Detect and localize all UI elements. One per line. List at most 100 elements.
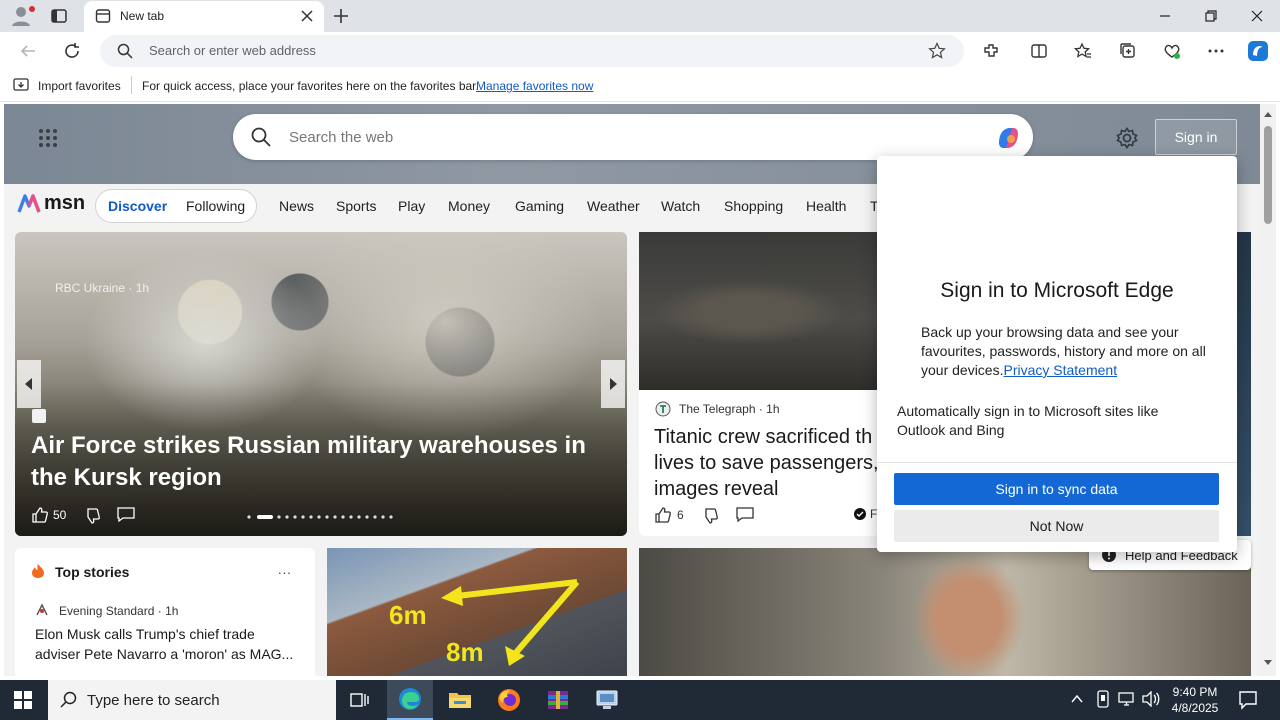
apps-grid-icon[interactable] — [38, 128, 58, 148]
hero-like-count: 50 — [53, 508, 67, 522]
taskbar-search-icon — [60, 691, 78, 709]
extensions-icon[interactable] — [976, 36, 1006, 66]
clock-date: 4/8/2025 — [1171, 701, 1219, 715]
taskbar-file-explorer-icon[interactable] — [437, 680, 483, 720]
copilot-icon[interactable] — [1243, 36, 1273, 66]
taskbar-search-placeholder: Type here to search — [87, 692, 220, 709]
popup-body: Back up your browsing data and see your … — [921, 323, 1217, 380]
close-tab-icon[interactable] — [300, 9, 314, 23]
telegraph-source: The Telegraph · 1h — [679, 402, 780, 416]
tray-device-icon[interactable] — [1095, 690, 1111, 708]
scroll-up-icon[interactable] — [1263, 110, 1273, 118]
tray-volume-icon[interactable] — [1142, 691, 1160, 707]
top-story-headline[interactable]: Elon Musk calls Trump's chief trade advi… — [35, 624, 303, 664]
favorites-hint: For quick access, place your favorites h… — [142, 79, 479, 93]
telegraph-title[interactable]: Titanic crew sacrificed th lives to save… — [654, 424, 879, 502]
collections-icon[interactable] — [1113, 36, 1143, 66]
back-icon[interactable] — [13, 36, 43, 66]
msn-logo-icon[interactable] — [16, 192, 42, 218]
tab-actions-icon[interactable] — [50, 7, 68, 25]
top-story-time: 1h — [165, 604, 179, 618]
taskbar-winrar-icon[interactable] — [535, 680, 581, 720]
nav-watch[interactable]: Watch — [661, 198, 700, 214]
manage-favorites-link[interactable]: Manage favorites now — [476, 79, 593, 93]
hero-source: RBC Ukraine · 1h — [55, 281, 150, 295]
settings-more-icon[interactable] — [1201, 36, 1231, 66]
favorites-icon[interactable] — [1068, 36, 1098, 66]
nav-play[interactable]: Play — [398, 198, 425, 214]
dislike-icon[interactable] — [83, 507, 101, 525]
clock-time: 9:40 PM — [1172, 685, 1218, 699]
telegraph-dislike-icon[interactable] — [701, 507, 719, 525]
close-window-icon[interactable] — [1234, 0, 1280, 32]
nav-news[interactable]: News — [279, 198, 314, 214]
not-now-button[interactable]: Not Now — [894, 510, 1219, 542]
privacy-statement-link[interactable]: Privacy Statement — [1003, 362, 1117, 378]
telegraph-like-icon[interactable] — [654, 506, 672, 524]
telegraph-like-count: 6 — [677, 508, 684, 522]
import-favorites-icon — [13, 77, 31, 93]
sign-in-sync-button[interactable]: Sign in to sync data — [894, 473, 1219, 505]
flame-icon — [31, 563, 45, 579]
new-tab-icon[interactable] — [332, 7, 350, 25]
favorite-star-icon[interactable] — [928, 42, 946, 60]
minimize-icon[interactable] — [1142, 0, 1188, 32]
top-story-source-name: Evening Standard — [59, 604, 155, 618]
nav-health[interactable]: Health — [806, 198, 846, 214]
taskbar-edge-icon[interactable] — [387, 680, 433, 720]
telegraph-comment-icon[interactable] — [736, 507, 754, 523]
restore-icon[interactable] — [1188, 0, 1234, 32]
hero-source-name: RBC Ukraine — [55, 281, 126, 295]
nav-sports[interactable]: Sports — [336, 198, 376, 214]
tray-network-icon[interactable] — [1118, 691, 1136, 707]
scroll-thumb[interactable] — [1264, 126, 1272, 224]
msn-sign-in-button[interactable]: Sign in — [1155, 119, 1237, 155]
top-stories-heading: Top stories — [55, 564, 130, 580]
split-screen-icon[interactable] — [1024, 36, 1054, 66]
hero-prev-button[interactable] — [17, 360, 41, 408]
popup-auto-signin: Automatically sign in to Microsoft sites… — [897, 403, 1159, 438]
popup-divider — [877, 462, 1237, 463]
refresh-icon[interactable] — [57, 36, 87, 66]
browser-essentials-icon[interactable] — [1157, 36, 1187, 66]
telegraph-source-name: The Telegraph — [679, 402, 756, 416]
tab-following[interactable]: Following — [186, 198, 245, 214]
nav-shopping[interactable]: Shopping — [724, 198, 783, 214]
tab-title: New tab — [120, 9, 165, 23]
taskbar-app-icon[interactable] — [584, 680, 630, 720]
like-icon[interactable] — [31, 506, 49, 524]
tray-chevron-icon[interactable] — [1070, 692, 1084, 706]
nav-money[interactable]: Money — [448, 198, 490, 214]
solar-label-8m: 8m — [446, 637, 484, 667]
start-button[interactable] — [0, 680, 46, 720]
verified-icon — [854, 508, 866, 520]
top-stories-more-button[interactable]: ... — [278, 562, 292, 577]
evening-standard-icon — [35, 603, 49, 617]
task-view-icon[interactable] — [337, 680, 383, 720]
titanic-image — [639, 232, 877, 390]
tab-discover[interactable]: Discover — [108, 198, 167, 214]
import-favorites-button[interactable]: Import favorites — [38, 79, 121, 93]
solar-label-6m: 6m — [389, 600, 427, 630]
profile-icon[interactable] — [8, 4, 36, 28]
carousel-dots[interactable] — [247, 515, 399, 519]
page-settings-icon[interactable] — [1116, 127, 1138, 149]
telegraph-source-icon — [655, 401, 671, 417]
search-icon — [117, 43, 133, 59]
top-story-source: Evening Standard · 1h — [59, 604, 179, 618]
comment-icon[interactable] — [117, 507, 135, 523]
rbc-source-icon — [32, 409, 46, 423]
hero-time: 1h — [135, 281, 150, 295]
nav-gaming[interactable]: Gaming — [515, 198, 564, 214]
address-placeholder: Search or enter web address — [149, 43, 316, 58]
hero-title[interactable]: Air Force strikes Russian military wareh… — [31, 430, 611, 494]
scroll-down-icon[interactable] — [1263, 659, 1273, 667]
copilot-search-icon[interactable] — [993, 123, 1023, 153]
telegraph-time: 1h — [766, 402, 780, 416]
hero-next-button[interactable] — [601, 360, 625, 408]
nav-weather[interactable]: Weather — [587, 198, 640, 214]
taskbar-firefox-icon[interactable] — [486, 680, 532, 720]
taskbar-clock[interactable]: 9:40 PM 4/8/2025 — [1165, 684, 1225, 716]
web-search-placeholder: Search the web — [289, 129, 394, 146]
notifications-icon[interactable] — [1238, 690, 1258, 710]
